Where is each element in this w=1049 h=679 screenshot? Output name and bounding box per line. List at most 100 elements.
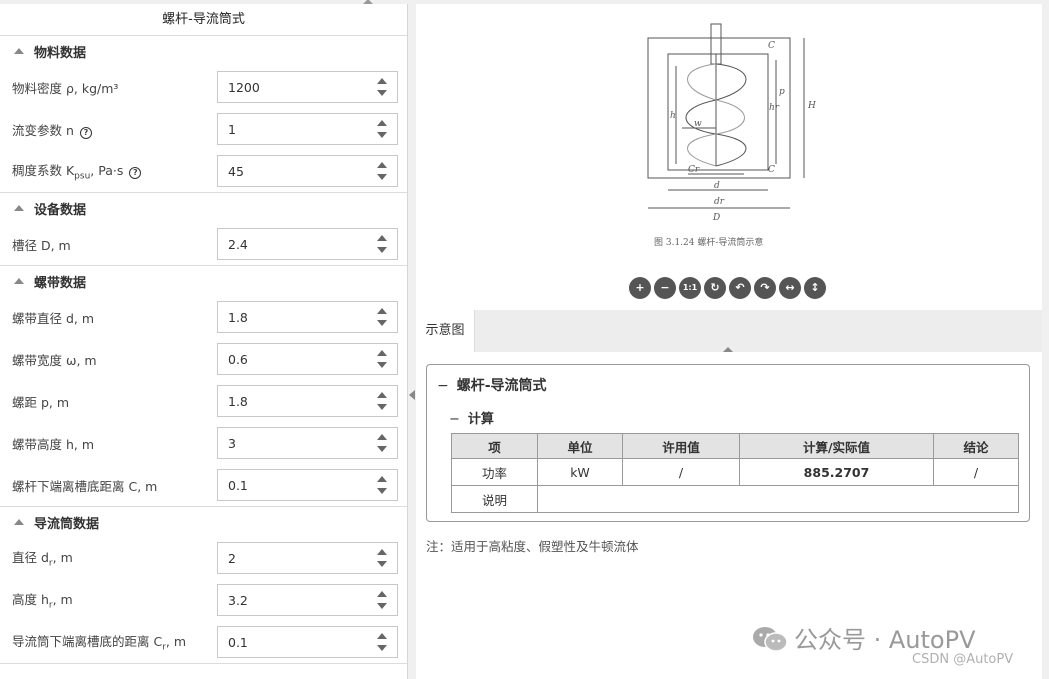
spinner-icon[interactable] <box>377 434 387 454</box>
app-root: 螺杆-导流筒式 物料数据 物料密度 ρ, kg/m³ 流变参数 n ? 稠度系数… <box>0 0 1049 679</box>
collapse-up-icon <box>14 48 24 54</box>
collapse-top-icon[interactable] <box>363 0 373 4</box>
collapse-minus-icon[interactable]: − <box>437 378 449 394</box>
col-conclusion: 结论 <box>933 433 1019 459</box>
tube-height-label-unit: , m <box>52 592 73 608</box>
cell-conclusion: / <box>933 458 1019 486</box>
section-ribbon-title: 螺带数据 <box>34 275 87 291</box>
output-panel: C p hr H h w Cr C d dr D 图 3.1.24 螺杆-导流筒… <box>416 4 1042 679</box>
pitch-field[interactable] <box>217 385 398 417</box>
row-tube-diameter: 直径 dr, m <box>0 537 407 579</box>
tube-clearance-input[interactable] <box>218 627 368 657</box>
spinner-icon[interactable] <box>377 392 387 412</box>
flip-vertical-icon[interactable]: ↕ <box>804 277 826 299</box>
flow-index-field[interactable] <box>217 113 398 145</box>
collapse-up-icon <box>14 205 24 211</box>
cell-note-label: 说明 <box>451 485 538 513</box>
reset-icon[interactable]: ↻ <box>704 277 726 299</box>
section-ribbon-header[interactable]: 螺带数据 <box>0 266 407 296</box>
spinner-icon[interactable] <box>377 120 387 140</box>
tube-diameter-input[interactable] <box>218 543 368 573</box>
spinner-icon[interactable] <box>377 78 387 98</box>
row-tube-height: 高度 hr, m <box>0 579 407 621</box>
cell-note-value <box>537 485 1019 513</box>
zoom-out-icon[interactable]: − <box>654 277 676 299</box>
row-ribbon-width: 螺带宽度 ω, m <box>0 338 407 380</box>
screw-clearance-field[interactable] <box>217 469 398 501</box>
diagram-label-p: p <box>779 87 785 97</box>
tube-clearance-field[interactable] <box>217 626 398 658</box>
ribbon-width-input[interactable] <box>218 344 368 374</box>
zoom-in-icon[interactable]: + <box>629 277 651 299</box>
section-draft-tube-title: 导流筒数据 <box>34 516 100 532</box>
tube-clearance-label-unit: , m <box>165 634 187 650</box>
diagram-label-C2: C <box>768 165 775 175</box>
density-input[interactable] <box>218 72 368 102</box>
tube-diameter-field[interactable] <box>217 542 398 574</box>
diagram-label-h: h <box>670 111 676 121</box>
row-tank-diameter: 槽径 D, m <box>0 223 407 265</box>
tank-diameter-field[interactable] <box>217 228 398 260</box>
table-row: 说明 <box>451 485 1019 513</box>
results-title[interactable]: − 螺杆-导流筒式 <box>437 375 547 395</box>
collapse-up-icon <box>14 278 24 284</box>
spinner-icon[interactable] <box>377 235 387 255</box>
pitch-input[interactable] <box>218 386 368 416</box>
results-subtitle-text: 计算 <box>467 412 494 427</box>
consistency-label-text: 稠度系数 K <box>12 163 75 179</box>
cell-unit: kW <box>537 458 623 486</box>
flip-horizontal-icon[interactable]: ↔ <box>779 277 801 299</box>
spinner-icon[interactable] <box>377 549 387 569</box>
collapse-up-icon[interactable] <box>723 347 733 352</box>
actual-size-icon[interactable]: 1:1 <box>679 277 701 299</box>
consistency-field[interactable] <box>217 155 398 187</box>
screw-clearance-input[interactable] <box>218 470 368 500</box>
row-ribbon-height: 螺带高度 h, m <box>0 422 407 464</box>
spinner-icon[interactable] <box>377 633 387 653</box>
help-icon[interactable]: ? <box>79 126 92 139</box>
results-table: 项 单位 许用值 计算/实际值 结论 功率 kW / 885.2707 / 说明 <box>451 433 1019 513</box>
diagram-label-C: C <box>768 41 775 51</box>
diagram-label-d: d <box>714 181 720 191</box>
collapse-left-icon[interactable] <box>409 390 415 400</box>
ribbon-height-field[interactable] <box>217 427 398 459</box>
section-draft-tube-header[interactable]: 导流筒数据 <box>0 507 407 537</box>
rotate-right-icon[interactable]: ↷ <box>754 277 776 299</box>
ribbon-diameter-field[interactable] <box>217 301 398 333</box>
divider <box>0 663 407 664</box>
results-subtitle[interactable]: − 计算 <box>449 408 494 427</box>
ribbon-diameter-label: 螺带直径 d, m <box>12 310 95 326</box>
row-pitch: 螺距 p, m <box>0 380 407 422</box>
spinner-icon[interactable] <box>377 162 387 182</box>
row-flow-index: 流变参数 n ? <box>0 108 407 150</box>
spinner-icon[interactable] <box>377 476 387 496</box>
consistency-input[interactable] <box>218 156 368 186</box>
ribbon-width-field[interactable] <box>217 343 398 375</box>
section-material-header[interactable]: 物料数据 <box>0 36 407 66</box>
collapse-up-icon <box>14 519 24 525</box>
section-equipment-title: 设备数据 <box>34 202 87 218</box>
spinner-icon[interactable] <box>377 591 387 611</box>
section-equipment-header[interactable]: 设备数据 <box>0 193 407 223</box>
spinner-icon[interactable] <box>377 350 387 370</box>
ribbon-diameter-input[interactable] <box>218 302 368 332</box>
mixer-diagram: C p hr H h w Cr C d dr D 图 3.1.24 螺杆-导流筒… <box>647 23 816 248</box>
tube-height-label-text: 高度 h <box>12 592 49 608</box>
rotate-left-icon[interactable]: ↶ <box>729 277 751 299</box>
row-density: 物料密度 ρ, kg/m³ <box>0 66 407 108</box>
density-field[interactable] <box>217 71 398 103</box>
help-icon[interactable]: ? <box>129 167 142 180</box>
consistency-label: 稠度系数 Kpsu, Pa·s ? <box>12 160 142 182</box>
collapse-minus-icon[interactable]: − <box>449 412 460 427</box>
tank-diameter-input[interactable] <box>218 229 368 259</box>
ribbon-height-input[interactable] <box>218 428 368 458</box>
watermark-text: 公众号 · AutoPV <box>794 626 976 654</box>
spinner-icon[interactable] <box>377 308 387 328</box>
flow-index-input[interactable] <box>218 114 368 144</box>
tube-height-field[interactable] <box>217 584 398 616</box>
diagram-label-dr: dr <box>714 197 725 207</box>
results-panel: −螺杆-导流筒式 −计算 项 单位 许用值 计算/实际值 结论 功率 kW <box>426 364 1030 522</box>
diagram-viewer[interactable]: C p hr H h w Cr C d dr D 图 3.1.24 螺杆-导流筒… <box>416 4 1042 310</box>
tab-diagram[interactable]: 示意图 <box>416 310 475 352</box>
tube-height-input[interactable] <box>218 585 368 615</box>
